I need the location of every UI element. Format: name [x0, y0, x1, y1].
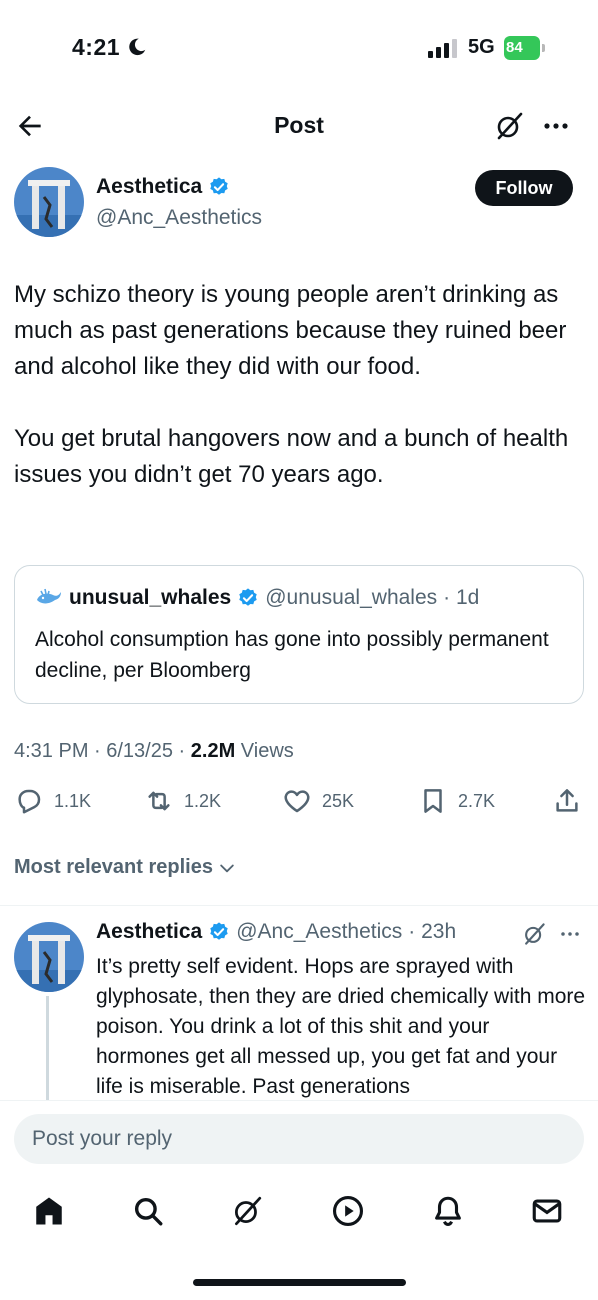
quote-text: Alcohol consumption has gone into possib…	[35, 628, 549, 682]
bottom-tab-bar	[0, 1180, 598, 1250]
search-icon[interactable]	[131, 1194, 165, 1228]
post-actions: 1.1K 1.2K 25K 2.7K	[14, 786, 584, 826]
home-icon[interactable]	[32, 1194, 66, 1228]
status-bar: 4:21 5G 84	[0, 0, 598, 90]
reply-action[interactable]: 1.1K	[14, 786, 91, 816]
avatar-image	[14, 922, 84, 992]
author-name-row[interactable]: Aesthetica	[96, 175, 230, 199]
verified-badge-icon	[210, 177, 228, 195]
verified-badge-icon	[239, 588, 257, 606]
share-action[interactable]	[552, 786, 582, 816]
whale-icon	[37, 588, 61, 604]
more-options-icon[interactable]	[540, 110, 572, 142]
post-timestamp: 4:31 PM · 6/13/25 ·	[14, 740, 191, 762]
network-label: 5G	[468, 36, 495, 58]
author-name[interactable]: Aesthetica	[96, 175, 202, 199]
quote-age: · 1d	[443, 586, 480, 609]
post-meta: 4:31 PM · 6/13/25 · 2.2M Views	[14, 740, 294, 763]
bookmark-icon	[424, 789, 442, 813]
notifications-icon[interactable]	[431, 1194, 465, 1228]
grok-icon[interactable]	[493, 110, 525, 142]
repost-action[interactable]: 1.2K	[144, 786, 221, 816]
avatar-image	[14, 167, 84, 237]
reply-age: · 23h	[408, 920, 457, 943]
quoted-post[interactable]: unusual_whales @unusual_whales · 1d Alco…	[14, 565, 584, 704]
like-action[interactable]: 25K	[282, 786, 354, 816]
author-handle[interactable]: @Anc_Aesthetics	[96, 206, 262, 230]
signal-icon	[428, 39, 457, 58]
reply-icon	[18, 789, 41, 814]
quote-author-handle: @unusual_whales	[265, 586, 438, 609]
reply-input[interactable]	[14, 1114, 584, 1164]
reply-header: Aesthetica @Anc_Aesthetics · 23h	[96, 920, 456, 944]
messages-icon[interactable]	[530, 1194, 564, 1228]
bookmark-action[interactable]: 2.7K	[418, 786, 495, 816]
quote-author-name: unusual_whales	[69, 586, 232, 609]
like-count: 25K	[322, 790, 355, 811]
home-indicator	[193, 1279, 406, 1286]
reply-author-name[interactable]: Aesthetica	[96, 920, 202, 944]
moon-icon	[129, 38, 146, 56]
views-count[interactable]: 2.2M	[191, 740, 235, 762]
grok-icon[interactable]	[520, 920, 548, 948]
reply-author-avatar[interactable]	[14, 922, 84, 992]
quote-header: unusual_whales @unusual_whales · 1d	[35, 586, 479, 610]
verified-badge-icon	[210, 922, 228, 940]
reply-composer-bar	[0, 1100, 598, 1180]
more-options-icon[interactable]	[556, 920, 584, 948]
post-text: My schizo theory is young people aren’t …	[14, 281, 569, 488]
thread-line	[46, 996, 49, 1106]
top-nav: Post	[0, 100, 598, 152]
repost-icon	[148, 791, 170, 811]
status-time: 4:21	[72, 34, 121, 60]
bookmark-count: 2.7K	[458, 790, 496, 811]
reply-author-handle[interactable]: @Anc_Aesthetics	[236, 920, 402, 944]
battery-level: 84	[506, 39, 523, 56]
grok-icon[interactable]	[230, 1194, 264, 1228]
reply-text: It’s pretty self evident. Hops are spray…	[96, 955, 586, 1098]
chevron-down-icon	[220, 864, 234, 872]
heart-icon	[284, 790, 310, 813]
repost-count: 1.2K	[184, 790, 222, 811]
follow-button[interactable]: Follow	[475, 170, 573, 206]
author-avatar[interactable]	[14, 167, 84, 237]
video-icon[interactable]	[331, 1194, 365, 1228]
share-icon	[556, 789, 578, 812]
battery-icon: 84	[504, 36, 546, 60]
replies-sort-dropdown[interactable]: Most relevant replies	[14, 856, 237, 879]
divider	[0, 905, 598, 906]
replies-sort-label: Most relevant replies	[14, 856, 213, 878]
reply-count: 1.1K	[54, 790, 92, 811]
views-label: Views	[235, 740, 294, 762]
